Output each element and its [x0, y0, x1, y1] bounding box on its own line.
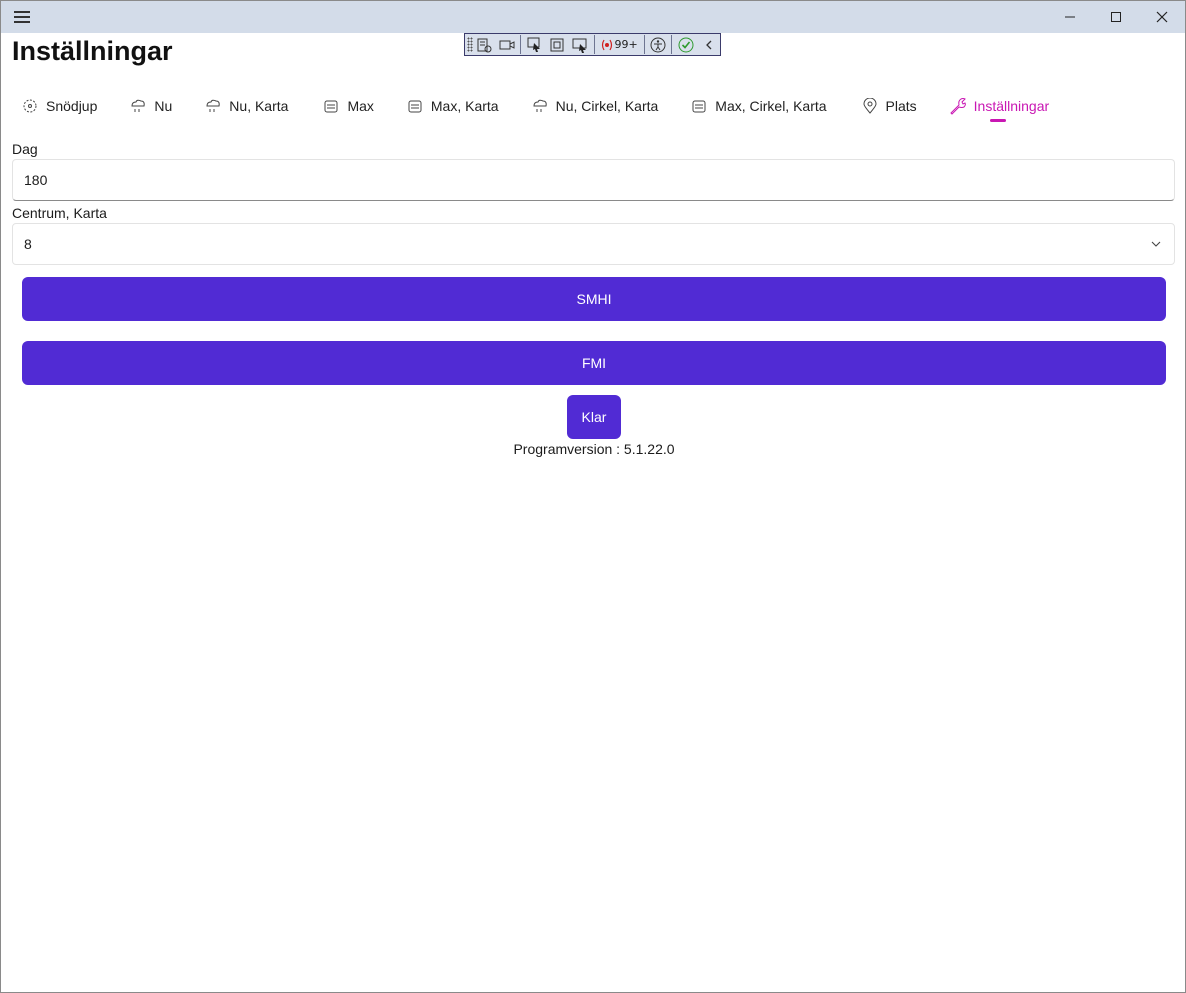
- toolbar-separator: [671, 35, 673, 54]
- cloud-snow-icon: [129, 97, 147, 115]
- centrum-karta-label: Centrum, Karta: [12, 205, 107, 221]
- check-circle-icon[interactable]: [674, 34, 697, 55]
- select-element-icon[interactable]: [523, 34, 546, 55]
- tab-nu-karta[interactable]: Nu, Karta: [204, 93, 288, 119]
- snowflake-icon: [21, 97, 39, 115]
- klar-button[interactable]: Klar: [567, 395, 621, 439]
- program-version: Programversion : 5.1.22.0: [513, 441, 675, 457]
- accessibility-icon[interactable]: [647, 34, 670, 55]
- tab-nu[interactable]: Nu: [129, 93, 172, 119]
- tab-max-karta[interactable]: Max, Karta: [406, 93, 499, 119]
- toolbar-separator: [593, 35, 595, 54]
- tab-label: Nu, Cirkel, Karta: [555, 98, 659, 114]
- snow-gauge-icon: [406, 97, 424, 115]
- tab-installningar[interactable]: Inställningar: [949, 93, 1050, 122]
- hamburger-menu-icon[interactable]: [12, 9, 32, 25]
- maximize-button[interactable]: [1093, 1, 1139, 33]
- display-layout-adorners-icon[interactable]: [546, 34, 569, 55]
- dag-input[interactable]: 180: [12, 159, 1175, 201]
- maximize-icon: [1111, 12, 1121, 22]
- tab-plats[interactable]: Plats: [861, 93, 917, 119]
- collapse-toolbar-icon[interactable]: [697, 34, 720, 55]
- centrum-karta-select[interactable]: 8: [12, 223, 1175, 265]
- binding-failure-icon: [601, 39, 612, 50]
- live-visual-tree-icon[interactable]: [473, 34, 496, 55]
- tab-label: Max, Karta: [430, 98, 499, 114]
- close-button[interactable]: [1139, 1, 1185, 33]
- tab-max[interactable]: Max: [322, 93, 374, 119]
- tab-label: Snödjup: [46, 98, 98, 114]
- tab-label: Max, Cirkel, Karta: [715, 98, 827, 114]
- tab-snodjup[interactable]: Snödjup: [21, 93, 97, 119]
- tab-label: Nu, Karta: [229, 98, 289, 114]
- cloud-snow-icon: [204, 97, 222, 115]
- track-focus-icon[interactable]: [569, 34, 592, 55]
- dag-label: Dag: [12, 141, 38, 157]
- title-bar: [1, 1, 1185, 33]
- minimize-button[interactable]: [1047, 1, 1093, 33]
- active-tab-indicator: [989, 119, 1006, 122]
- video-camera-icon[interactable]: [495, 34, 518, 55]
- tab-label: Inställningar: [973, 98, 1050, 114]
- toolbar-separator: [643, 35, 645, 54]
- tab-max-cirkel-karta[interactable]: Max, Cirkel, Karta: [690, 93, 827, 119]
- xaml-debug-toolbar: 99+: [464, 33, 721, 56]
- chevron-down-icon: [1151, 241, 1161, 247]
- centrum-karta-selected-value: 8: [24, 236, 32, 252]
- binding-failures-count: 99+: [614, 38, 638, 51]
- tab-label: Plats: [885, 98, 917, 114]
- tab-label: Nu: [154, 98, 173, 114]
- tab-label: Max: [347, 98, 374, 114]
- app-window: 99+ Inställningar Snödjup Nu Nu, Karta M…: [0, 0, 1186, 993]
- smhi-button[interactable]: SMHI: [22, 277, 1166, 321]
- dag-input-value: 180: [24, 172, 48, 188]
- fmi-button[interactable]: FMI: [22, 341, 1166, 385]
- cloud-snow-icon: [531, 97, 549, 115]
- wrench-icon: [949, 97, 967, 115]
- binding-failures-badge[interactable]: 99+: [597, 38, 642, 51]
- tab-nu-cirkel-karta[interactable]: Nu, Cirkel, Karta: [531, 93, 659, 119]
- tab-bar: Snödjup Nu Nu, Karta Max Max, Karta Nu, …: [21, 93, 1049, 127]
- minimize-icon: [1065, 16, 1075, 18]
- snow-gauge-icon: [690, 97, 708, 115]
- location-pin-icon: [861, 97, 879, 115]
- close-icon: [1156, 11, 1168, 23]
- toolbar-separator: [520, 35, 522, 54]
- snow-gauge-icon: [322, 97, 340, 115]
- page-title: Inställningar: [12, 36, 173, 66]
